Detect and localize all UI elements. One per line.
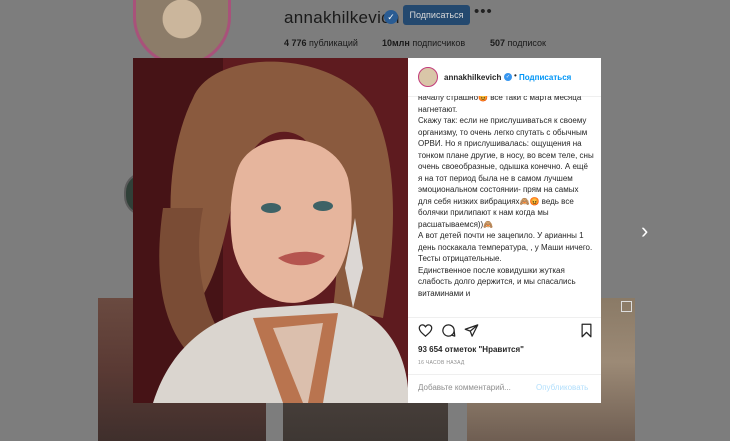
profile-username: annakhilkevich [284,8,400,27]
post-caption: началу страшно😡 все таки с марта месяца … [418,96,594,315]
caption-line: Единственное после ковидушки жуткая слаб… [418,265,576,298]
portrait-image [133,58,408,403]
post-username[interactable]: annakhilkevich [444,73,501,82]
avatar[interactable] [418,67,438,87]
comment-icon[interactable] [441,323,456,338]
carousel-icon [621,301,632,312]
verified-icon: ✓ [504,73,512,81]
heart-icon[interactable] [418,323,433,338]
caption-line: А вот детей почти не зацепило. У арианны… [418,231,593,263]
separator: • [514,71,517,80]
comment-input[interactable] [418,383,528,392]
profile-avatar[interactable] [133,0,231,66]
posts-stat: 4 776 публикаций [284,38,358,48]
posts-count: 4 776 [284,38,307,48]
likes-text: отметок "Нравится" [444,345,524,354]
caption-line: Скажу так: если не прислушиваться к свое… [418,116,594,229]
post-modal: annakhilkevich ✓ • Подписаться началу ст… [133,58,601,403]
post-sidebar: annakhilkevich ✓ • Подписаться началу ст… [408,58,601,403]
post-actions: 93 654 отметок "Нравится" 16 ЧАСОВ НАЗАД… [408,317,601,403]
caption-line: началу страшно😡 все таки с марта месяца … [418,96,582,114]
followers-count: 10млн [382,38,410,48]
publish-button[interactable]: Опубликовать [536,383,588,392]
posts-label: публикаций [309,38,358,48]
share-icon[interactable] [464,323,479,338]
follow-button[interactable]: Подписаться [403,5,470,25]
following-count: 507 [490,38,506,48]
bookmark-icon[interactable] [580,323,593,338]
verified-icon: ✓ [384,10,398,24]
likes-count[interactable]: 93 654 отметок "Нравится" [418,345,524,354]
comment-row: Опубликовать [408,374,601,404]
follow-link[interactable]: Подписаться [519,73,571,82]
chevron-right-icon[interactable]: › [641,220,648,242]
following-stat[interactable]: 507 подписок [490,38,546,48]
following-label: подписок [507,38,546,48]
followers-stat[interactable]: 10млн подписчиков [382,38,465,48]
post-header: annakhilkevich ✓ • Подписаться [408,58,601,97]
followers-label: подписчиков [412,38,466,48]
post-photo[interactable] [133,58,408,403]
post-timestamp[interactable]: 16 ЧАСОВ НАЗАД [418,360,465,366]
likes-number: 93 654 [418,345,443,354]
more-horizontal-icon[interactable]: ••• [474,3,493,20]
